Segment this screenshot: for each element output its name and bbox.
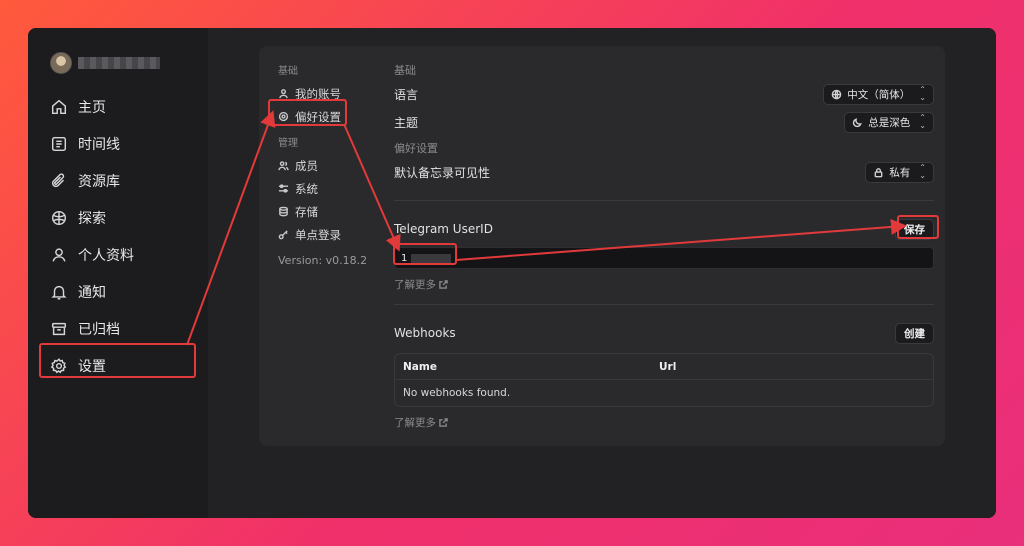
column-header-url: Url — [659, 360, 677, 373]
explore-icon — [51, 210, 67, 225]
subnav-item-storage[interactable]: 存储 — [278, 200, 373, 223]
subnav-item-label: 成员 — [295, 158, 318, 173]
timeline-icon — [51, 136, 67, 151]
subnav-item-label: 我的账号 — [295, 86, 341, 101]
theme-label: 主题 — [394, 115, 419, 130]
telegram-userid-value: 1 — [401, 252, 408, 264]
theme-select[interactable]: 总是深色 ⌃ ⌄ — [844, 111, 934, 133]
gear-icon — [50, 357, 67, 373]
settings-panel: 基础 我的账号 偏好设置 管理 成员 系统 存储 单点登录 Version: v… — [259, 46, 945, 446]
sidebar-item-settings[interactable]: 设置 — [50, 347, 134, 384]
user-icon — [279, 89, 288, 99]
subnav-item-label: 偏好设置 — [295, 109, 341, 124]
subnav-item-sso[interactable]: 单点登录 — [278, 223, 373, 246]
external-link-icon — [439, 418, 448, 427]
telegram-userid-input[interactable]: 1 — [394, 247, 934, 269]
chevron-updown-icon: ⌃ ⌄ — [919, 85, 926, 102]
subnav-item-label: 存储 — [295, 204, 318, 219]
theme-value: 总是深色 — [868, 116, 911, 129]
visibility-select[interactable]: 私有 ⌃ ⌄ — [865, 161, 934, 183]
external-link-icon — [439, 280, 448, 289]
visibility-value: 私有 — [889, 166, 911, 179]
subnav-item-label: 单点登录 — [295, 227, 341, 242]
sidebar-item-home[interactable]: 主页 — [50, 88, 134, 125]
divider — [394, 304, 934, 305]
create-webhook-button[interactable]: 创建 — [895, 322, 934, 344]
home-icon — [51, 99, 67, 114]
avatar[interactable] — [50, 52, 72, 74]
sidebar-item-resources[interactable]: 资源库 — [50, 162, 134, 199]
sidebar-item-timeline[interactable]: 时间线 — [50, 125, 134, 162]
sidebar-item-label: 个人资料 — [78, 247, 134, 264]
column-header-name: Name — [403, 360, 437, 373]
subnav-item-account[interactable]: 我的账号 — [278, 82, 373, 105]
chevron-updown-icon: ⌃ ⌄ — [919, 113, 926, 130]
subnav-item-system[interactable]: 系统 — [278, 177, 373, 200]
visibility-row: 默认备忘录可见性 私有 ⌃ ⌄ — [394, 158, 934, 186]
divider — [394, 200, 934, 201]
sliders-icon — [278, 184, 289, 193]
subnav-item-preferences[interactable]: 偏好设置 — [278, 105, 373, 128]
learn-more-link[interactable]: 了解更多 — [394, 277, 934, 292]
user-icon — [52, 247, 66, 262]
archive-icon — [51, 322, 67, 335]
users-icon — [278, 161, 289, 171]
sidebar-item-explore[interactable]: 探索 — [50, 199, 134, 236]
save-button[interactable]: 保存 — [895, 218, 934, 240]
bell-icon — [51, 285, 67, 299]
blurred-username — [78, 57, 160, 69]
language-row: 语言 中文（简体） ⌃ ⌄ — [394, 80, 934, 108]
empty-message: No webhooks found. — [403, 387, 511, 399]
sidebar: 主页 时间线 资源库 探索 个人资料 通知 已归档 设置 — [28, 28, 208, 518]
section-heading-basic: 基础 — [394, 64, 416, 77]
learn-more-label: 了解更多 — [394, 417, 436, 429]
section-heading-preferences: 偏好设置 — [394, 142, 438, 155]
key-icon — [278, 230, 288, 240]
chevron-updown-icon: ⌃ ⌄ — [919, 163, 926, 180]
language-label: 语言 — [394, 87, 419, 102]
globe-icon — [831, 89, 842, 99]
sidebar-item-label: 已归档 — [78, 321, 120, 338]
language-select[interactable]: 中文（简体） ⌃ ⌄ — [823, 83, 934, 105]
app-window: 主页 时间线 资源库 探索 个人资料 通知 已归档 设置 基础 我的账号 偏好设… — [28, 28, 996, 518]
user-header[interactable] — [50, 52, 160, 74]
subnav-item-members[interactable]: 成员 — [278, 154, 373, 177]
language-value: 中文（简体） — [847, 88, 911, 101]
subnav-admin-heading: 管理 — [278, 138, 298, 149]
sidebar-item-label: 探索 — [78, 210, 106, 227]
table-empty-row: No webhooks found. — [395, 380, 933, 406]
version-label: Version: v0.18.2 — [278, 254, 368, 267]
settings-subnav: 基础 我的账号 偏好设置 管理 成员 系统 存储 单点登录 Version: v… — [278, 62, 373, 267]
theme-row: 主题 总是深色 ⌃ ⌄ — [394, 108, 934, 136]
webhooks-label: Webhooks — [394, 326, 456, 340]
paperclip-icon — [51, 172, 65, 187]
table-header: Name Url — [395, 354, 933, 380]
sidebar-item-label: 时间线 — [78, 136, 120, 153]
sidebar-item-label: 主页 — [78, 99, 106, 116]
sidebar-item-profile[interactable]: 个人资料 — [50, 236, 134, 273]
sidebar-item-label: 资源库 — [78, 173, 120, 190]
preferences-content: 基础 语言 中文（简体） ⌃ ⌄ 主题 总是深色 ⌃ ⌄ 偏好设置 默认备忘录可… — [394, 62, 934, 430]
visibility-label: 默认备忘录可见性 — [394, 165, 491, 180]
moon-icon — [853, 117, 863, 127]
subnav-item-label: 系统 — [295, 181, 318, 196]
learn-more-link-webhooks[interactable]: 了解更多 — [394, 415, 934, 430]
telegram-label: Telegram UserID — [394, 222, 493, 236]
database-icon — [279, 206, 288, 217]
subnav-basic-heading: 基础 — [278, 66, 298, 77]
learn-more-label: 了解更多 — [394, 279, 436, 291]
webhooks-row: Webhooks 创建 — [394, 319, 934, 347]
sidebar-item-label: 通知 — [78, 284, 106, 301]
webhooks-table: Name Url No webhooks found. — [394, 353, 934, 407]
sidebar-item-label: 设置 — [78, 358, 106, 375]
sidebar-item-notifications[interactable]: 通知 — [50, 273, 134, 310]
sidebar-nav: 主页 时间线 资源库 探索 个人资料 通知 已归档 设置 — [50, 88, 134, 384]
gear-icon — [278, 111, 289, 122]
lock-icon — [874, 167, 883, 177]
telegram-row: Telegram UserID 保存 — [394, 215, 934, 243]
sidebar-item-archived[interactable]: 已归档 — [50, 310, 134, 347]
blurred-userid — [411, 253, 452, 263]
